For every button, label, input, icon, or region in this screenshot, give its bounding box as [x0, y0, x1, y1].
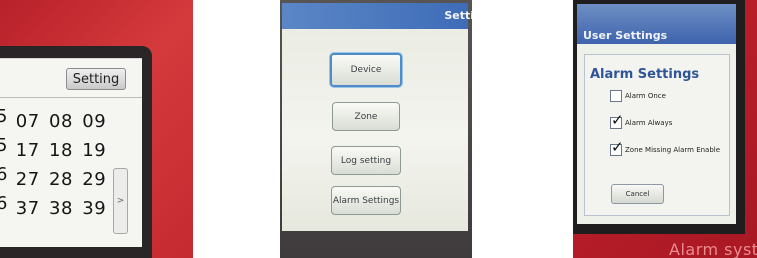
device-brand-label: Alarm syst: [669, 240, 757, 258]
number-cell[interactable]: 37: [14, 198, 41, 219]
touch-screen: Setti Device Zone Log setting Alarm Sett…: [282, 3, 472, 231]
zone-missing-alarm-option[interactable]: ✓ Zone Missing Alarm Enable: [610, 140, 721, 156]
number-cell[interactable]: 27: [14, 169, 41, 190]
number-cell[interactable]: 6: [0, 164, 8, 185]
device-button[interactable]: Device: [330, 53, 402, 87]
cancel-button[interactable]: Cancel: [611, 184, 664, 204]
number-cell[interactable]: 5: [0, 106, 8, 127]
checkmark-icon: ✓: [611, 138, 624, 156]
number-row: 5 07 08 09: [0, 106, 120, 132]
number-row: 5 17 18 19: [0, 135, 120, 161]
option-label: Alarm Always: [625, 119, 673, 127]
option-label: Zone Missing Alarm Enable: [625, 146, 721, 154]
number-cell[interactable]: 17: [14, 140, 41, 161]
number-cell[interactable]: 19: [81, 140, 108, 161]
number-cell[interactable]: 6: [0, 193, 8, 214]
title-bar: User Settings: [577, 4, 736, 44]
number-cell[interactable]: 28: [47, 169, 74, 190]
screen-bezel: User Settings Alarm Settings Alarm Once …: [573, 0, 745, 234]
alarm-settings-button[interactable]: Alarm Settings: [331, 186, 401, 215]
touch-screen: User Settings Alarm Settings Alarm Once …: [577, 4, 736, 224]
alarm-once-option[interactable]: Alarm Once: [610, 90, 666, 102]
alarm-always-option[interactable]: ✓ Alarm Always: [610, 113, 673, 129]
window-title: User Settings: [583, 29, 668, 42]
setting-button[interactable]: Setting: [66, 68, 126, 90]
number-cell[interactable]: 08: [47, 111, 74, 132]
alarm-once-checkbox[interactable]: [610, 90, 622, 102]
chevron-right-icon: >: [116, 196, 125, 206]
number-cell[interactable]: 5: [0, 135, 8, 156]
photo-settings-menu: Setti Device Zone Log setting Alarm Sett…: [280, 0, 472, 258]
option-label: Alarm Once: [625, 92, 666, 100]
photo-alarm-settings: User Settings Alarm Settings Alarm Once …: [573, 0, 757, 258]
zone-missing-alarm-checkbox[interactable]: ✓: [610, 140, 624, 156]
number-cell[interactable]: 09: [81, 111, 108, 132]
number-cell[interactable]: 07: [14, 111, 41, 132]
number-cell[interactable]: 18: [47, 140, 74, 161]
alarm-always-checkbox[interactable]: ✓: [610, 113, 624, 129]
number-row: 6 37 38 39: [0, 193, 120, 219]
window-title: Setti: [444, 9, 472, 22]
checkmark-icon: ✓: [611, 111, 624, 129]
panel-title: Alarm Settings: [590, 67, 700, 82]
title-bar: Setti: [282, 3, 472, 29]
photo-device-number-grid: Setting 5 07 08 09 5 17 18 19 6 27 28 29…: [0, 0, 193, 258]
touch-screen: Setting 5 07 08 09 5 17 18 19 6 27 28 29…: [0, 58, 142, 247]
number-grid: 5 07 08 09 5 17 18 19 6 27 28 29 6 37 38: [0, 97, 142, 248]
number-row: 6 27 28 29: [0, 164, 120, 190]
number-cell[interactable]: 29: [81, 169, 108, 190]
scroll-right-button[interactable]: >: [113, 168, 128, 234]
zone-button[interactable]: Zone: [332, 102, 400, 131]
number-cell[interactable]: 39: [81, 198, 108, 219]
log-setting-button[interactable]: Log setting: [331, 146, 401, 175]
number-cell[interactable]: 38: [47, 198, 74, 219]
